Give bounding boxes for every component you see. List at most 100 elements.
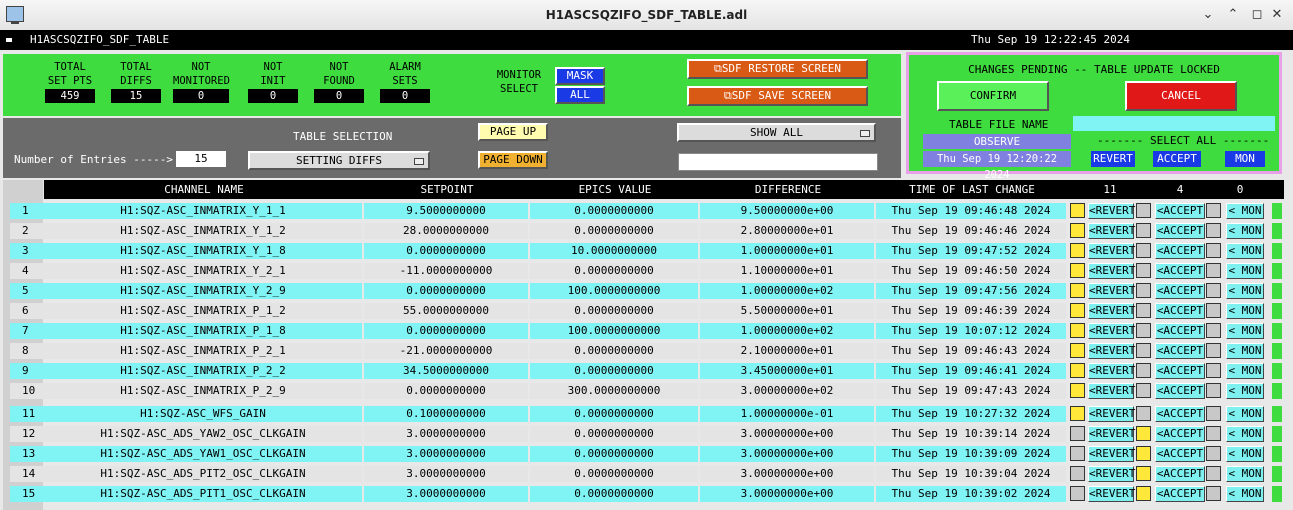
epics-value-cell: 300.0000000000: [530, 383, 698, 399]
accept-button[interactable]: <ACCEPT: [1155, 263, 1205, 279]
accept-button[interactable]: <ACCEPT: [1155, 283, 1205, 299]
col-epics-value: EPICS VALUE: [578, 183, 652, 196]
accept-button[interactable]: <ACCEPT: [1155, 383, 1205, 399]
revert-button[interactable]: <REVERT: [1088, 263, 1135, 279]
page-up-button[interactable]: PAGE UP: [478, 123, 548, 141]
accept-button[interactable]: <ACCEPT: [1155, 406, 1205, 422]
cancel-button[interactable]: CANCEL: [1125, 81, 1237, 111]
epics-value-cell: 0.0000000000: [530, 466, 698, 482]
window-title: H1ASCSQZIFO_SDF_TABLE.adl: [545, 8, 748, 22]
accept-button[interactable]: <ACCEPT: [1155, 363, 1205, 379]
revert-button[interactable]: <REVERT: [1088, 406, 1135, 422]
sdf-restore-screen-button[interactable]: ⧉SDF RESTORE SCREEN: [687, 59, 868, 79]
mon-button[interactable]: < MON: [1226, 343, 1264, 359]
difference-cell: 3.00000000e+00: [700, 426, 874, 442]
accept-indicator: [1136, 263, 1151, 278]
difference-cell: 9.50000000e+00: [700, 203, 874, 219]
select-all-mon-button[interactable]: MON: [1225, 151, 1265, 167]
mon-button[interactable]: < MON: [1226, 426, 1264, 442]
row-status-marker: [1272, 283, 1282, 299]
revert-button[interactable]: <REVERT: [1088, 343, 1135, 359]
stat-alarm-sets: ALARM SETS 0: [380, 60, 430, 103]
row-number: 15: [10, 486, 44, 502]
sdf-save-screen-button[interactable]: ⧉SDF SAVE SCREEN: [687, 86, 868, 106]
mon-button[interactable]: < MON: [1226, 303, 1264, 319]
all-button[interactable]: ALL: [555, 86, 605, 104]
revert-button[interactable]: <REVERT: [1088, 303, 1135, 319]
close-icon[interactable]: ✕: [1269, 7, 1285, 22]
revert-button[interactable]: <REVERT: [1088, 243, 1135, 259]
accept-button[interactable]: <ACCEPT: [1155, 303, 1205, 319]
table-row: 12 H1:SQZ-ASC_ADS_YAW2_OSC_CLKGAIN 3.00000…: [10, 424, 1282, 444]
mon-indicator: [1206, 486, 1221, 501]
mon-button[interactable]: < MON: [1226, 383, 1264, 399]
table-row: 2 H1:SQZ-ASC_INMATRIX_Y_1_2 28.0000000000 0…: [10, 221, 1282, 241]
epics-value-cell: 0.0000000000: [530, 363, 698, 379]
filter-input[interactable]: [678, 153, 878, 171]
revert-button[interactable]: <REVERT: [1088, 383, 1135, 399]
select-all-accept-button[interactable]: ACCEPT: [1153, 151, 1201, 167]
accept-button[interactable]: <ACCEPT: [1155, 466, 1205, 482]
mon-button[interactable]: < MON: [1226, 323, 1264, 339]
mon-indicator: [1206, 426, 1221, 441]
revert-button[interactable]: <REVERT: [1088, 446, 1135, 462]
select-all-label: ------- SELECT ALL -------: [1097, 134, 1270, 147]
revert-button[interactable]: <REVERT: [1088, 426, 1135, 442]
epics-value-cell: 0.0000000000: [530, 426, 698, 442]
accept-button[interactable]: <ACCEPT: [1155, 426, 1205, 442]
table-row: 1 H1:SQZ-ASC_INMATRIX_Y_1_1 9.5000000000 0.…: [10, 201, 1282, 221]
revert-button[interactable]: <REVERT: [1088, 223, 1135, 239]
accept-button[interactable]: <ACCEPT: [1155, 203, 1205, 219]
revert-button[interactable]: <REVERT: [1088, 203, 1135, 219]
accept-indicator: [1136, 486, 1151, 501]
mon-button[interactable]: < MON: [1226, 263, 1264, 279]
time-cell: Thu Sep 19 10:39:09 2024: [876, 446, 1066, 462]
mon-button[interactable]: < MON: [1226, 406, 1264, 422]
setpoint-cell: 0.0000000000: [364, 323, 528, 339]
channel-name-cell: H1:SQZ-ASC_INMATRIX_P_1_2: [44, 303, 362, 319]
accept-button[interactable]: <ACCEPT: [1155, 343, 1205, 359]
restore-icon[interactable]: ◻: [1249, 7, 1265, 22]
accept-button[interactable]: <ACCEPT: [1155, 446, 1205, 462]
revert-button[interactable]: <REVERT: [1088, 466, 1135, 482]
table-selection-dropdown[interactable]: SETTING DIFFS: [248, 151, 430, 170]
mon-indicator: [1206, 323, 1221, 338]
accept-button[interactable]: <ACCEPT: [1155, 486, 1205, 502]
mon-indicator: [1206, 203, 1221, 218]
accept-indicator: [1136, 323, 1151, 338]
mon-button[interactable]: < MON: [1226, 223, 1264, 239]
time-cell: Thu Sep 19 10:07:12 2024: [876, 323, 1066, 339]
mon-button[interactable]: < MON: [1226, 243, 1264, 259]
col-revert-count: 11: [1103, 183, 1117, 196]
select-all-revert-button[interactable]: REVERT: [1091, 151, 1135, 167]
confirm-button[interactable]: CONFIRM: [937, 81, 1049, 111]
mon-button[interactable]: < MON: [1226, 466, 1264, 482]
mon-button[interactable]: < MON: [1226, 203, 1264, 219]
accept-button[interactable]: <ACCEPT: [1155, 243, 1205, 259]
epics-value-cell: 100.0000000000: [530, 283, 698, 299]
mask-button[interactable]: MASK: [555, 67, 605, 85]
minimize-icon[interactable]: ⌄: [1200, 7, 1216, 22]
accept-button[interactable]: <ACCEPT: [1155, 323, 1205, 339]
difference-cell: 1.00000000e+01: [700, 243, 874, 259]
page-down-button[interactable]: PAGE DOWN: [478, 151, 548, 169]
show-all-dropdown[interactable]: SHOW ALL: [677, 123, 876, 142]
accept-button[interactable]: <ACCEPT: [1155, 223, 1205, 239]
difference-cell: 3.45000000e+01: [700, 363, 874, 379]
revert-button[interactable]: <REVERT: [1088, 283, 1135, 299]
restore-screen-label: SDF RESTORE SCREEN: [721, 62, 842, 75]
mon-indicator: [1206, 363, 1221, 378]
mon-button[interactable]: < MON: [1226, 446, 1264, 462]
mon-button[interactable]: < MON: [1226, 283, 1264, 299]
mon-button[interactable]: < MON: [1226, 486, 1264, 502]
revert-button[interactable]: <REVERT: [1088, 363, 1135, 379]
mon-button[interactable]: < MON: [1226, 363, 1264, 379]
time-cell: Thu Sep 19 09:46:48 2024: [876, 203, 1066, 219]
revert-indicator: [1070, 426, 1085, 441]
maximize-icon[interactable]: ⌃: [1225, 7, 1241, 22]
revert-button[interactable]: <REVERT: [1088, 486, 1135, 502]
window-titlebar: H1ASCSQZIFO_SDF_TABLE.adl ⌄ ⌃ ◻ ✕: [0, 0, 1293, 31]
accept-indicator: [1136, 406, 1151, 421]
time-cell: Thu Sep 19 10:27:32 2024: [876, 406, 1066, 422]
revert-button[interactable]: <REVERT: [1088, 323, 1135, 339]
